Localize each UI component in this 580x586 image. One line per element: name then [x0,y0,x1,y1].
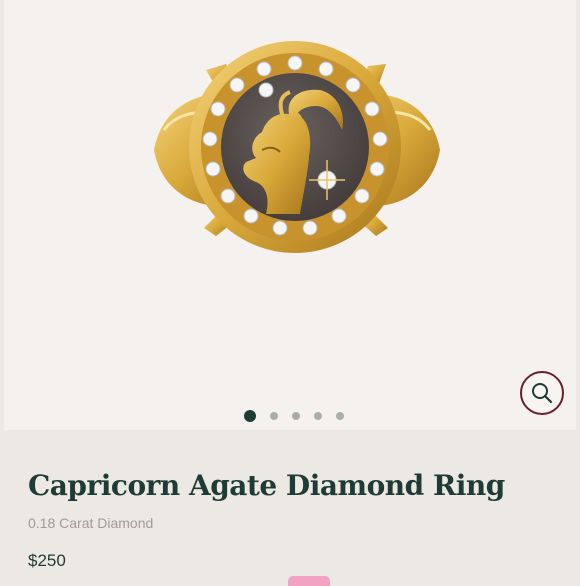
gallery-dot-2[interactable] [270,412,278,420]
gallery-dot-1[interactable] [244,410,256,422]
gallery-dot-4[interactable] [314,412,322,420]
search-icon [532,383,553,404]
gallery-pagination [244,409,344,423]
zoom-button[interactable] [520,371,564,415]
sale-badge [288,576,330,586]
product-image [154,41,440,253]
product-price: $250 [28,551,66,570]
product-title: Capricorn Agate Diamond Ring [28,469,505,502]
gallery-dot-5[interactable] [336,412,344,420]
product-info: Capricorn Agate Diamond Ring 0.18 Carat … [28,462,560,572]
product-image-gallery[interactable] [4,0,576,430]
product-subtitle: 0.18 Carat Diamond [28,515,154,531]
gallery-dot-3[interactable] [292,412,300,420]
